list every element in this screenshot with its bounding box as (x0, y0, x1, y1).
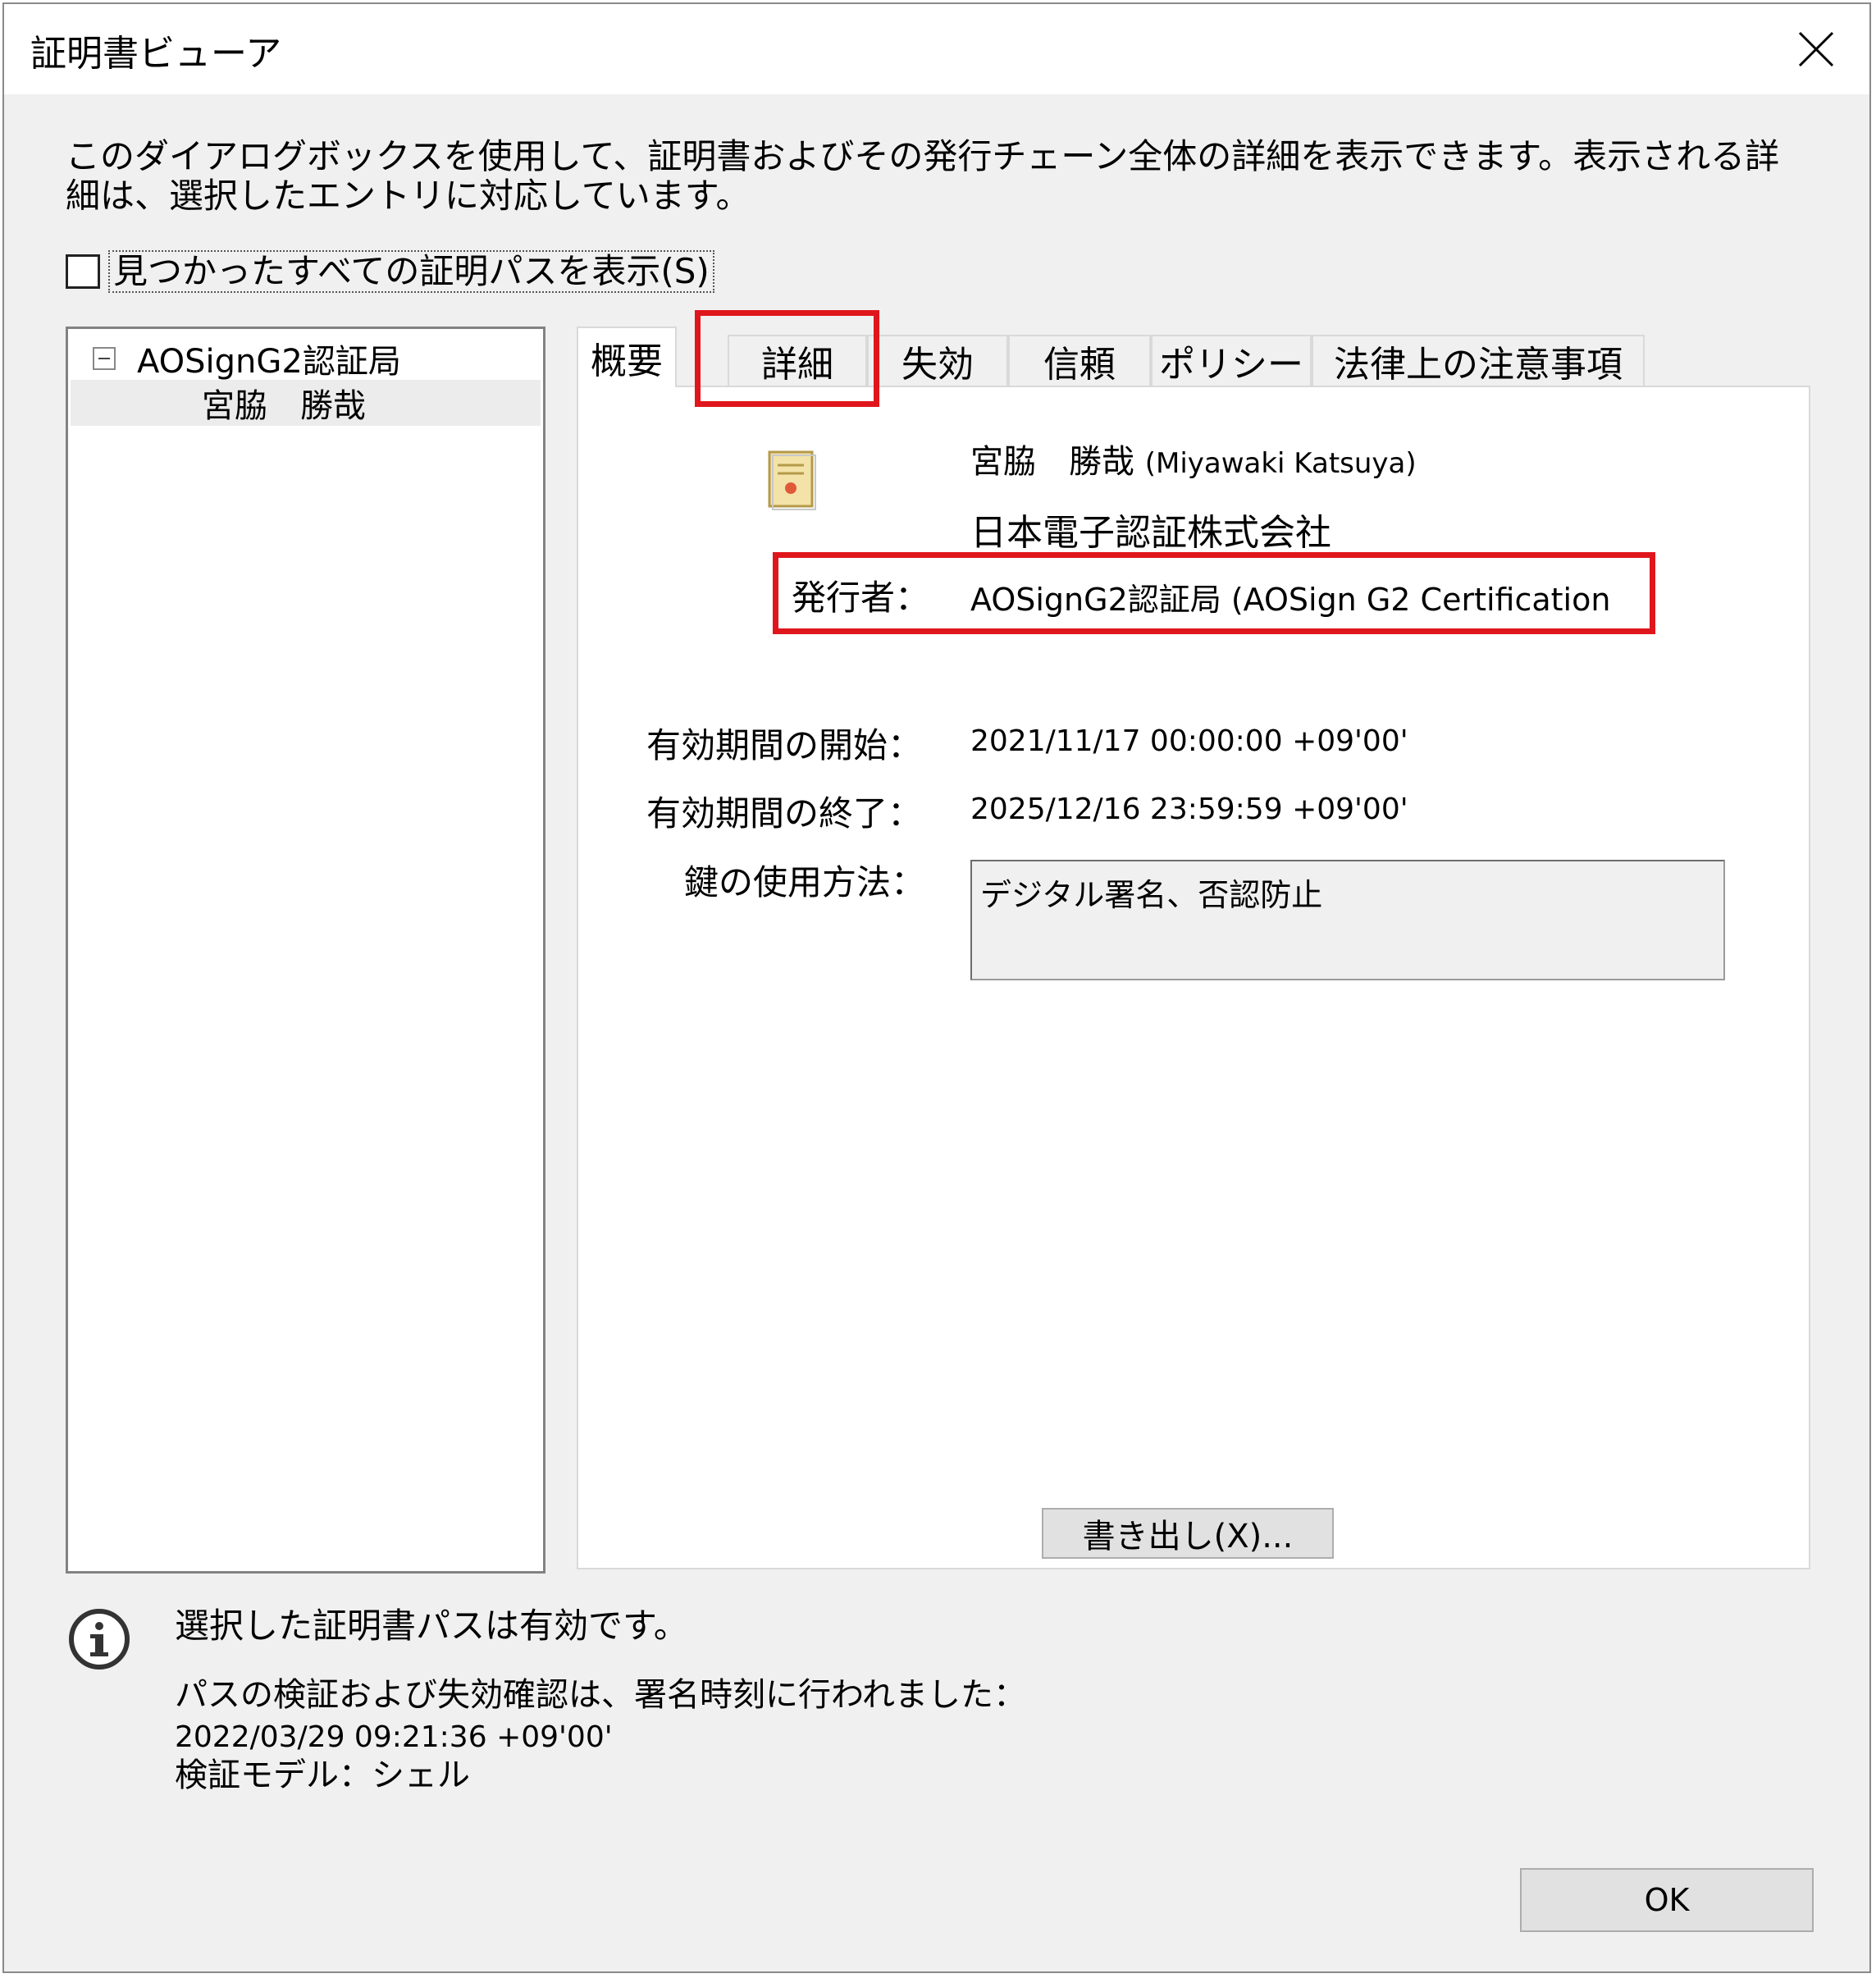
tree-item-child-label: 宮脇 勝哉 (202, 387, 366, 425)
valid-from-label: 有効期間の開始： (646, 725, 923, 765)
check-info-line1: パスの検証および失効確認は、署名時刻に行われました： (175, 1676, 1026, 1714)
show-all-paths-row[interactable]: 見つかったすべての証明パスを表示(S) (66, 250, 714, 293)
tree-item-root-label: AOSignG2認証局 (137, 343, 401, 381)
certificate-path-tree[interactable]: AOSignG2認証局 宮脇 勝哉 (66, 327, 545, 1574)
tab-trust[interactable]: 信頼 (1008, 335, 1151, 386)
tab-summary[interactable]: 概要 (577, 327, 677, 387)
subject-organization: 日本電子認証株式会社 (970, 512, 1331, 554)
info-icon (66, 1606, 132, 1672)
valid-from-value: 2021/11/17 00:00:00 +09'00' (970, 724, 1408, 758)
issuer-value: AOSignG2認証局 (AOSign G2 Certification (970, 582, 1611, 618)
dialog-description: このダイアログボックスを使用して、証明書およびその発行チェーン全体の詳細を表示で… (66, 136, 1780, 216)
tab-policy[interactable]: ポリシー (1151, 335, 1312, 386)
tab-legal-notices[interactable]: 法律上の注意事項 (1312, 335, 1645, 386)
subject-name-ja: 宮脇 勝哉 (970, 443, 1134, 481)
certificate-icon (763, 447, 820, 513)
show-all-paths-label[interactable]: 見つかったすべての証明パスを表示(S) (108, 250, 714, 293)
title-bar: 証明書ビューア (4, 4, 1869, 94)
tree-item-selected[interactable]: 宮脇 勝哉 (71, 380, 541, 426)
key-usage-field[interactable]: デジタル署名、否認防止 (970, 860, 1725, 980)
path-valid-status: 選択した証明書パスは有効です。 (175, 1606, 688, 1646)
valid-to-value: 2025/12/16 23:59:59 +09'00' (970, 793, 1408, 826)
export-button[interactable]: 書き出し(X)... (1042, 1508, 1334, 1559)
key-usage-label: 鍵の使用方法： (684, 862, 926, 902)
show-all-paths-checkbox[interactable] (66, 254, 100, 289)
valid-to-label: 有効期間の終了： (646, 793, 923, 834)
ok-button[interactable]: OK (1520, 1868, 1814, 1932)
issuer-label: 発行者： (792, 578, 930, 618)
subject-name-en: (Miyawaki Katsuya) (1144, 447, 1417, 480)
collapse-icon[interactable] (93, 347, 116, 370)
tree-item-root[interactable]: AOSignG2認証局 (93, 337, 401, 381)
certificate-viewer-dialog: 証明書ビューア このダイアログボックスを使用して、証明書およびその発行チェーン全… (2, 2, 1871, 1973)
check-info-model: 検証モデル：シェル (175, 1756, 470, 1794)
tab-revocation[interactable]: 失効 (867, 335, 1008, 386)
check-info-timestamp: 2022/03/29 09:21:36 +09'00' (175, 1720, 613, 1754)
tab-details[interactable]: 詳細 (728, 335, 867, 386)
window-title: 証明書ビューア (30, 33, 282, 75)
close-icon[interactable] (1779, 12, 1853, 86)
subject-name: 宮脇 勝哉 (Miyawaki Katsuya) (970, 435, 1417, 482)
